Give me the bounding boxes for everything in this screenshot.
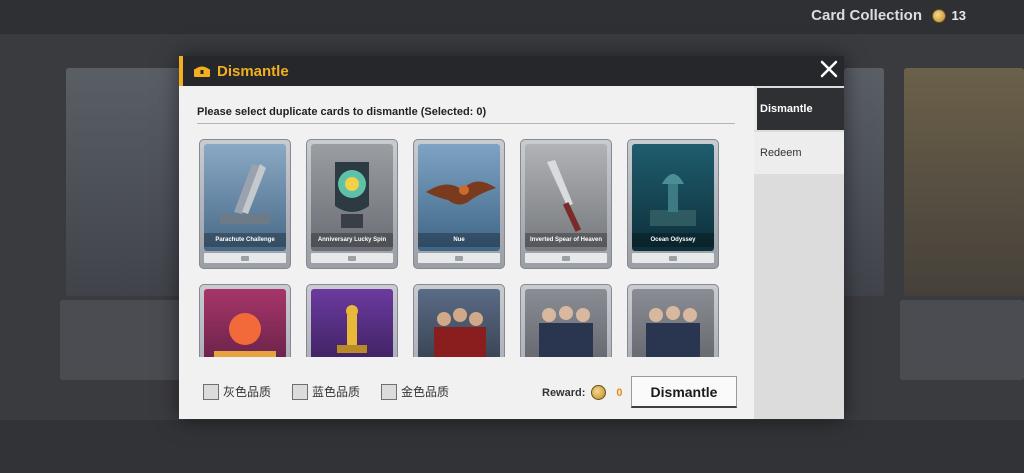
filter-label: 灰色品质 — [223, 385, 272, 399]
reward-label: Reward: — [542, 386, 586, 399]
background-panel — [60, 300, 190, 380]
card-anniversary-lucky-spin[interactable]: Anniversary Lucky Spin — [306, 139, 398, 269]
coin-icon — [931, 8, 946, 23]
card-stage-number[interactable] — [199, 284, 291, 357]
coin-counter: 13 — [931, 8, 966, 23]
card-name: Nue — [418, 233, 500, 247]
tab-dismantle[interactable]: Dismantle — [754, 88, 844, 130]
card-name: Parachute Challenge — [204, 233, 286, 247]
divider — [197, 123, 735, 124]
card-art — [632, 289, 714, 357]
card-footer — [418, 253, 500, 263]
background-card — [844, 68, 884, 296]
checkbox[interactable] — [292, 383, 308, 400]
modal-title: Dismantle — [217, 62, 289, 80]
card-inverted-spear-of-heaven[interactable]: Inverted Spear of Heaven — [520, 139, 612, 269]
header-accent — [179, 56, 183, 86]
filter-gold-quality[interactable]: 金色品质 — [381, 383, 449, 400]
background-bottom-bar — [0, 420, 1024, 473]
card-art — [204, 289, 286, 357]
dismantle-modal: Dismantle Please select duplicate cards … — [179, 56, 844, 419]
card-name: Anniversary Lucky Spin — [311, 233, 393, 247]
card-team-navy-duplicate[interactable] — [627, 284, 719, 357]
close-button[interactable] — [814, 56, 844, 86]
bottom-controls: 灰色品质 蓝色品质 金色品质 Reward: 0 Dismantle — [179, 364, 754, 419]
checkbox[interactable] — [381, 383, 397, 400]
tab-label: Dismantle — [760, 103, 813, 115]
dismantle-content: Please select duplicate cards to dismant… — [179, 86, 754, 419]
card-art — [418, 289, 500, 357]
coin-count-value: 13 — [951, 8, 966, 23]
filter-label: 蓝色品质 — [312, 385, 361, 399]
treasure-chest-icon — [193, 64, 211, 78]
filter-blue-quality[interactable]: 蓝色品质 — [292, 383, 360, 400]
tab-label: Redeem — [760, 147, 802, 159]
filter-grey-quality[interactable]: 灰色品质 — [203, 383, 271, 400]
close-icon — [819, 59, 839, 84]
background-card — [904, 68, 1024, 296]
card-ocean-odyssey[interactable]: Ocean Odyssey — [627, 139, 719, 269]
card-footer — [204, 253, 286, 263]
card-name: Inverted Spear of Heaven — [525, 233, 607, 247]
instruction-text: Please select duplicate cards to dismant… — [197, 106, 487, 118]
coin-icon — [591, 385, 607, 400]
side-tabs: Dismantle Redeem — [754, 86, 844, 419]
reward-value: 0 — [616, 386, 623, 399]
card-nue[interactable]: Nue — [413, 139, 505, 269]
card-trophy-stage[interactable] — [306, 284, 398, 357]
card-grid[interactable]: Parachute Challenge Anniversary Lucky Sp… — [199, 139, 739, 357]
card-footer — [525, 253, 607, 263]
background-panel — [900, 300, 1024, 380]
dismantle-button[interactable]: Dismantle — [631, 376, 737, 408]
card-team-red[interactable] — [413, 284, 505, 357]
card-parachute-challenge[interactable]: Parachute Challenge — [199, 139, 291, 269]
card-name: Ocean Odyssey — [632, 233, 714, 247]
checkbox[interactable] — [203, 383, 219, 400]
card-footer — [311, 253, 393, 263]
modal-header: Dismantle — [179, 56, 844, 86]
card-team-navy[interactable] — [520, 284, 612, 357]
background-title: Card Collection — [811, 7, 922, 24]
card-footer — [632, 253, 714, 263]
reward-display: Reward: 0 — [542, 385, 623, 400]
tab-redeem[interactable]: Redeem — [754, 132, 844, 174]
card-art — [525, 289, 607, 357]
filter-label: 金色品质 — [401, 385, 450, 399]
card-art — [311, 289, 393, 357]
